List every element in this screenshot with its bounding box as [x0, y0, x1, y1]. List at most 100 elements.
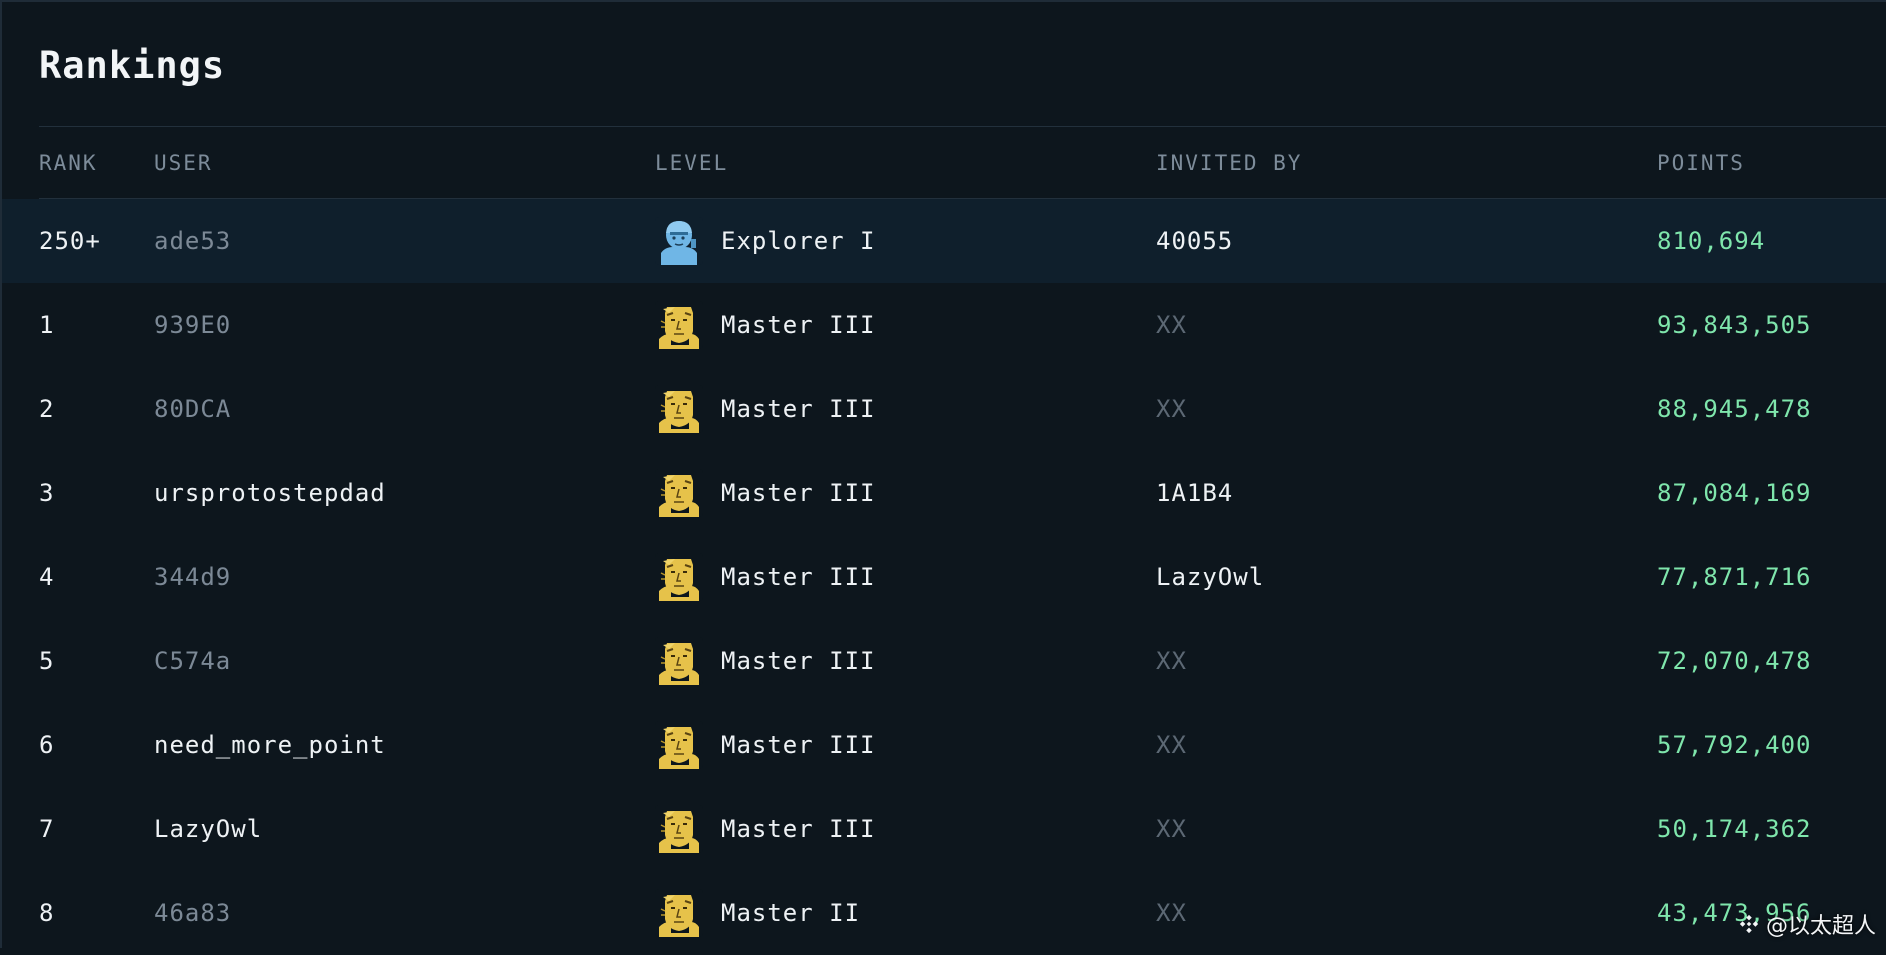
rank-cell: 6 [39, 703, 54, 787]
table-row[interactable]: 3 ursprotostepdad Master III 1A1B4 87,08… [2, 451, 1886, 535]
table-row[interactable]: 7 LazyOwl Master III XX 50,174,362 [2, 787, 1886, 871]
inviter-name: 1A1B4 [1156, 479, 1234, 507]
rank-value: 8 [39, 899, 55, 927]
level-cell: Master III [655, 283, 876, 367]
username[interactable]: C574a [154, 647, 231, 675]
column-header-rank: RANK [39, 150, 98, 175]
user-cell: C574a [154, 619, 231, 703]
invited-by-cell: XX [1156, 787, 1187, 871]
rank-value: 5 [39, 647, 55, 675]
rank-cell: 250+ [39, 199, 101, 283]
level-cell: Explorer I [655, 199, 876, 283]
column-header-points: POINTS [1657, 150, 1745, 175]
username[interactable]: need_more_point [154, 731, 386, 759]
inviter-name: XX [1156, 395, 1187, 423]
rank-value: 1 [39, 311, 55, 339]
rank-cell: 2 [39, 367, 54, 451]
level-cell: Master III [655, 535, 876, 619]
statue-head-avatar-icon [655, 889, 703, 937]
statue-head-avatar-icon [655, 553, 703, 601]
rank-cell: 7 [39, 787, 54, 871]
table-row[interactable]: 6 need_more_point Master III XX 57,792,4… [2, 703, 1886, 787]
level-cell: Master III [655, 619, 876, 703]
column-header-level: LEVEL [655, 150, 729, 175]
rank-cell: 3 [39, 451, 54, 535]
level-cell: Master III [655, 367, 876, 451]
username[interactable]: ursprotostepdad [154, 479, 386, 507]
statue-head-avatar-icon [655, 301, 703, 349]
points-value: 77,871,716 [1657, 563, 1812, 591]
rank-value: 7 [39, 815, 55, 843]
user-cell: LazyOwl [154, 787, 262, 871]
level-cell: Master III [655, 787, 876, 871]
inviter-name: LazyOwl [1156, 563, 1265, 591]
table-row[interactable]: 4 344d9 Master III LazyOwl 77,871,716 [2, 535, 1886, 619]
user-cell: 80DCA [154, 367, 231, 451]
username[interactable]: ade53 [154, 227, 231, 255]
invited-by-cell: XX [1156, 871, 1187, 955]
level-name: Master III [721, 815, 876, 843]
username[interactable]: LazyOwl [154, 815, 262, 843]
points-value: 93,843,505 [1657, 311, 1812, 339]
invited-by-cell: 40055 [1156, 199, 1233, 283]
username[interactable]: 344d9 [154, 563, 231, 591]
rank-value: 250+ [39, 227, 101, 255]
user-cell: 939E0 [154, 283, 231, 367]
level-cell: Master III [655, 451, 876, 535]
points-value: 57,792,400 [1657, 731, 1812, 759]
table-row[interactable]: 1 939E0 Master III XX 93,843,505 [2, 283, 1886, 367]
points-cell: 77,871,716 [1657, 535, 1812, 619]
level-name: Master III [721, 479, 876, 507]
user-cell: ursprotostepdad [154, 451, 386, 535]
user-cell: 46a83 [154, 871, 231, 955]
table-row[interactable]: 8 46a83 Master II XX 43,473,956 [2, 871, 1886, 955]
level-name: Master III [721, 311, 876, 339]
points-value: 50,174,362 [1657, 815, 1812, 843]
inviter-name: XX [1156, 899, 1187, 927]
invited-by-cell: LazyOwl [1156, 535, 1264, 619]
astronaut-avatar-icon [655, 217, 703, 265]
level-name: Master II [721, 899, 861, 927]
level-name: Master III [721, 647, 876, 675]
rank-cell: 5 [39, 619, 54, 703]
statue-head-avatar-icon [655, 385, 703, 433]
statue-head-avatar-icon [655, 469, 703, 517]
watermark-text: @以太超人 [1765, 914, 1876, 939]
rank-value: 4 [39, 563, 55, 591]
invited-by-cell: 1A1B4 [1156, 451, 1233, 535]
table-row[interactable]: 2 80DCA Master III XX 88,945,478 [2, 367, 1886, 451]
username[interactable]: 939E0 [154, 311, 231, 339]
statue-head-avatar-icon [655, 637, 703, 685]
points-value: 72,070,478 [1657, 647, 1812, 675]
watermark: @以太超人 [1738, 908, 1876, 940]
points-cell: 93,843,505 [1657, 283, 1812, 367]
invited-by-cell: XX [1156, 367, 1187, 451]
table-row[interactable]: 5 C574a Master III XX 72,070,478 [2, 619, 1886, 703]
statue-head-avatar-icon [655, 805, 703, 853]
column-header-invited-by: INVITED BY [1156, 150, 1303, 175]
points-cell: 88,945,478 [1657, 367, 1812, 451]
user-cell: need_more_point [154, 703, 386, 787]
points-value: 810,694 [1657, 227, 1766, 255]
invited-by-cell: XX [1156, 619, 1187, 703]
page-title: Rankings [39, 44, 226, 87]
level-name: Master III [721, 395, 876, 423]
points-cell: 72,070,478 [1657, 619, 1812, 703]
points-cell: 810,694 [1657, 199, 1765, 283]
points-value: 87,084,169 [1657, 479, 1812, 507]
level-name: Master III [721, 563, 876, 591]
current-user-row[interactable]: 250+ ade53 Explorer I 40055 810,694 [2, 199, 1886, 283]
rank-value: 6 [39, 731, 55, 759]
rank-cell: 4 [39, 535, 54, 619]
rankings-panel: Rankings RANK USER LEVEL INVITED BY POIN… [0, 0, 1886, 948]
points-cell: 57,792,400 [1657, 703, 1812, 787]
username[interactable]: 80DCA [154, 395, 231, 423]
level-cell: Master III [655, 703, 876, 787]
inviter-name: XX [1156, 731, 1187, 759]
username[interactable]: 46a83 [154, 899, 231, 927]
level-cell: Master II [655, 871, 860, 955]
level-name: Explorer I [721, 227, 876, 255]
inviter-name: XX [1156, 815, 1187, 843]
points-cell: 50,174,362 [1657, 787, 1812, 871]
rank-value: 2 [39, 395, 55, 423]
